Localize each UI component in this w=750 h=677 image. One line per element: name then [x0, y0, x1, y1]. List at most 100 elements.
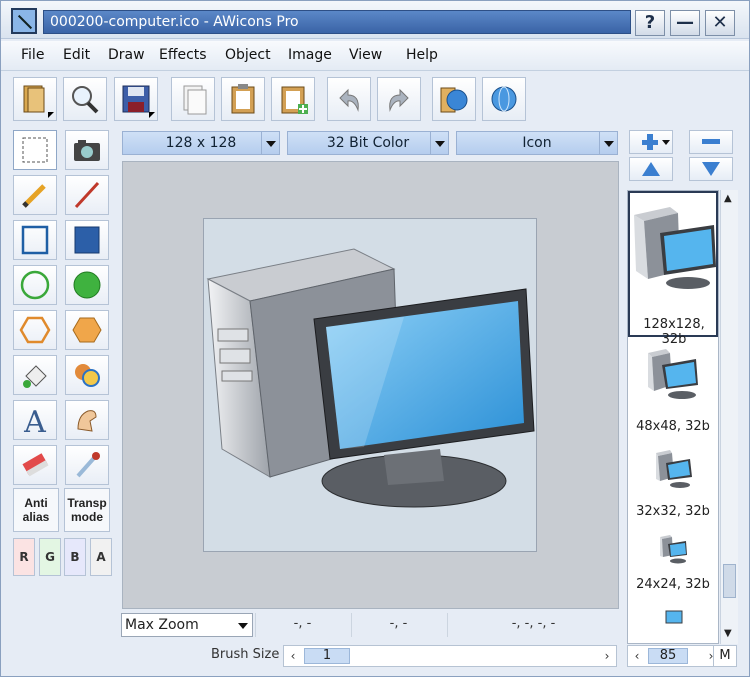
brush-size-slider[interactable]: ‹ 1 › [283, 645, 617, 667]
editor-canvas[interactable] [122, 161, 619, 609]
remove-format-button[interactable] [689, 130, 733, 154]
minimize-button[interactable]: — [670, 10, 700, 36]
format-item-48[interactable]: 48x48, 32b [628, 345, 718, 437]
paste-button[interactable] [221, 77, 265, 121]
menu-effects[interactable]: Effects [159, 47, 207, 63]
channel-r-toggle[interactable]: R [13, 538, 35, 576]
filled-ellipse-tool[interactable] [65, 265, 109, 305]
transparency-mode-toggle[interactable]: Transp mode [64, 488, 110, 532]
channel-b-toggle[interactable]: B [64, 538, 86, 576]
selection-rect-icon [22, 137, 48, 163]
circle-filled-icon [73, 271, 101, 299]
image-type-combo[interactable]: Icon [456, 131, 618, 155]
brush-size-label: Brush Size [211, 647, 280, 662]
open-icon [23, 85, 45, 113]
menu-file[interactable]: File [21, 47, 44, 63]
format-item-label: 32x32, 32b [636, 504, 710, 519]
size-combo[interactable]: 128 x 128 [122, 131, 280, 155]
capture-tool[interactable] [65, 130, 109, 170]
fill-tool[interactable] [13, 355, 57, 395]
chevron-down-icon [238, 623, 248, 629]
icon-preview [203, 218, 537, 552]
close-button[interactable]: ✕ [705, 10, 735, 36]
chevron-left-icon[interactable]: ‹ [284, 646, 302, 666]
move-format-up-button[interactable] [629, 157, 673, 181]
eyedropper-tool[interactable] [65, 445, 109, 485]
menu-draw[interactable]: Draw [108, 47, 145, 63]
format-item-label: 24x24, 32b [636, 577, 710, 592]
scrollbar-thumb[interactable] [723, 564, 736, 598]
app-window: 000200-computer.ico - AWicons Pro ? — ✕ … [0, 0, 750, 677]
pencil-tool[interactable] [13, 175, 57, 215]
eraser-tool[interactable] [13, 445, 57, 485]
menu-help[interactable]: Help [406, 47, 438, 63]
eyedropper-icon [76, 452, 100, 478]
format-list[interactable]: 128x128, 32b 48x48, 32b 32x32, 32b 24x24… [627, 190, 719, 644]
color-depth-combo[interactable]: 32 Bit Color [287, 131, 449, 155]
ellipse-tool[interactable] [13, 265, 57, 305]
text-tool[interactable]: A [13, 400, 57, 440]
globe-button[interactable] [482, 77, 526, 121]
format-item-128[interactable]: 128x128, 32b [628, 191, 718, 347]
menu-view[interactable]: View [349, 47, 382, 63]
rectangle-tool[interactable] [13, 220, 57, 260]
polygon-tool[interactable] [13, 310, 57, 350]
size-combo-value: 128 x 128 [165, 135, 237, 151]
zoom-combo-value: Max Zoom [125, 617, 199, 633]
globe-book-button[interactable] [432, 77, 476, 121]
zoom-button[interactable] [63, 77, 107, 121]
format-item-32[interactable]: 32x32, 32b [628, 447, 718, 527]
circle-outline-icon [20, 270, 50, 300]
open-button[interactable] [13, 77, 57, 121]
line-tool[interactable] [65, 175, 109, 215]
copy-icon [183, 85, 207, 115]
save-button[interactable] [114, 77, 158, 121]
menu-edit[interactable]: Edit [63, 47, 90, 63]
list-size-thumb[interactable]: 85 [648, 648, 688, 664]
format-list-scrollbar[interactable]: ▲ ▼ [720, 190, 738, 644]
anti-alias-toggle[interactable]: Anti alias [13, 488, 59, 532]
status-color-value: -, -, -, - [447, 613, 619, 637]
format-item-label: 128x128, 32b [643, 317, 705, 347]
help-button[interactable]: ? [635, 10, 665, 36]
zoom-icon [72, 86, 99, 114]
color-replace-tool[interactable] [65, 355, 109, 395]
filled-polygon-tool[interactable] [65, 310, 109, 350]
list-size-slider[interactable]: ‹ 85 › [627, 645, 721, 667]
menu-object[interactable]: Object [225, 47, 271, 63]
paste-new-button[interactable] [271, 77, 315, 121]
add-format-button[interactable] [629, 130, 673, 154]
chevron-up-icon[interactable]: ▲ [724, 193, 732, 204]
brush-size-thumb[interactable]: 1 [304, 648, 350, 664]
svg-text:A: A [23, 405, 46, 439]
rectangle-filled-icon [74, 226, 100, 254]
eraser-icon [22, 453, 49, 477]
channel-g-toggle[interactable]: G [39, 538, 61, 576]
list-mode-button[interactable]: M [713, 645, 737, 667]
rectangle-outline-icon [21, 225, 49, 255]
zoom-combo[interactable]: Max Zoom [121, 613, 253, 637]
chevron-right-icon[interactable]: › [598, 646, 616, 666]
status-cursor-position: -, - [255, 613, 349, 637]
window-title: 000200-computer.ico - AWicons Pro [43, 10, 631, 34]
undo-icon [339, 88, 359, 112]
move-format-down-button[interactable] [689, 157, 733, 181]
format-item-24[interactable]: 24x24, 32b [628, 531, 718, 601]
filled-rectangle-tool[interactable] [65, 220, 109, 260]
computer-thumbnail-icon [634, 207, 716, 289]
color-replace-icon [75, 364, 100, 387]
smudge-tool[interactable] [65, 400, 109, 440]
finger-icon [77, 410, 97, 432]
undo-button[interactable] [327, 77, 371, 121]
computer-thumbnail-icon [665, 610, 683, 624]
chevron-down-icon[interactable]: ▼ [724, 628, 732, 639]
menu-image[interactable]: Image [288, 47, 332, 63]
arrow-down-icon [702, 162, 720, 176]
chevron-left-icon[interactable]: ‹ [628, 646, 646, 666]
copy-button[interactable] [171, 77, 215, 121]
select-tool[interactable] [13, 130, 57, 170]
channel-a-toggle[interactable]: A [90, 538, 112, 576]
redo-icon [389, 88, 409, 112]
format-item-16[interactable] [628, 607, 718, 631]
redo-button[interactable] [377, 77, 421, 121]
